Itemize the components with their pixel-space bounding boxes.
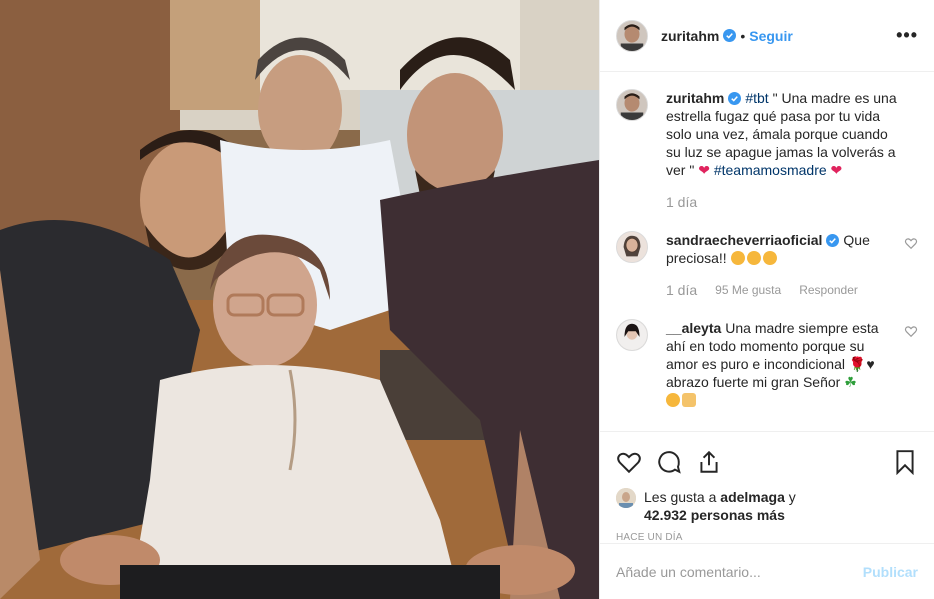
kiss-emoji xyxy=(666,393,680,407)
comments-list[interactable]: zuritahm #tbt " Una madre es una estrella… xyxy=(600,73,934,431)
clover-emoji: ☘ xyxy=(844,374,857,390)
post-comment-button[interactable]: Publicar xyxy=(863,564,918,580)
comment-body: __aleyta Una madre siempre esta ahí en to… xyxy=(666,319,918,409)
comment: __aleyta Una madre siempre esta ahí en to… xyxy=(616,319,918,409)
red-heart-emoji: ❤ xyxy=(830,162,843,178)
caption-body: zuritahm #tbt " Una madre es una estrella… xyxy=(666,89,918,211)
heart-icon[interactable] xyxy=(904,324,918,338)
action-icons xyxy=(616,442,918,482)
comment: sandraecheverriaoficial Que preciosa!! 1 … xyxy=(616,231,918,299)
verified-icon xyxy=(723,29,737,42)
post-header: zuritahm • Seguir ••• xyxy=(600,0,934,72)
author-avatar[interactable] xyxy=(616,19,648,52)
comment-likes[interactable]: 95 Me gusta xyxy=(715,281,781,299)
post-timestamp[interactable]: Hace un día xyxy=(616,532,918,543)
post-actions: Les gusta a adelmaga y 42.932 personas m… xyxy=(600,431,934,543)
hashtag-link[interactable]: #tbt xyxy=(745,90,768,106)
author-username[interactable]: zuritahm xyxy=(661,28,719,44)
verified-icon xyxy=(826,234,840,247)
commenter-avatar[interactable] xyxy=(616,231,648,263)
heart-icon[interactable] xyxy=(616,449,642,475)
more-options-icon[interactable]: ••• xyxy=(896,25,918,46)
follow-button[interactable]: Seguir xyxy=(749,28,793,44)
caption-avatar[interactable] xyxy=(616,89,648,121)
caption-meta: 1 día xyxy=(666,193,898,211)
post-side-panel: zuritahm • Seguir ••• zuritahm #tbt " Una… xyxy=(599,0,934,599)
heart-eyes-emoji xyxy=(746,251,761,265)
caption-username[interactable]: zuritahm xyxy=(666,90,724,106)
comment-composer: Publicar xyxy=(600,543,934,599)
folded-hands-emoji xyxy=(682,393,696,407)
family-photo-illustration xyxy=(0,0,599,599)
separator-dot: • xyxy=(740,27,746,44)
likes-count[interactable]: 42.932 personas más xyxy=(644,507,785,523)
commenter-avatar[interactable] xyxy=(616,319,648,351)
comment-icon[interactable] xyxy=(656,449,682,475)
liker-avatar[interactable] xyxy=(616,488,636,508)
likes-conj: y xyxy=(788,489,796,505)
likes-summary: Les gusta a adelmaga y 42.932 personas m… xyxy=(616,488,918,524)
heart-eyes-emoji xyxy=(762,251,777,265)
heart-eyes-emoji xyxy=(730,251,745,265)
hashtag-link[interactable]: #teamamosmadre xyxy=(714,162,827,178)
comment-time[interactable]: 1 día xyxy=(666,281,697,299)
black-heart-emoji: ♥ xyxy=(866,356,875,372)
liker-username[interactable]: adelmaga xyxy=(720,489,785,505)
bookmark-icon[interactable] xyxy=(892,449,918,475)
caption-time[interactable]: 1 día xyxy=(666,193,697,211)
comment-body: sandraecheverriaoficial Que preciosa!! 1 … xyxy=(666,231,918,299)
reply-button[interactable]: Responder xyxy=(799,281,858,299)
post-photo[interactable] xyxy=(0,0,599,599)
comment-meta: 1 día 95 Me gusta Responder xyxy=(666,281,898,299)
commenter-username[interactable]: sandraecheverriaoficial xyxy=(666,232,822,248)
heart-icon[interactable] xyxy=(904,236,918,250)
red-heart-emoji: ❤ xyxy=(698,162,710,178)
share-icon[interactable] xyxy=(696,449,722,475)
commenter-username[interactable]: __aleyta xyxy=(666,320,721,336)
rose-emoji: 🌹 xyxy=(848,356,867,372)
caption: zuritahm #tbt " Una madre es una estrella… xyxy=(616,89,918,211)
likes-prefix: Les gusta a xyxy=(644,489,717,505)
comment-input[interactable] xyxy=(616,563,863,580)
comment-text-continued: abrazo fuerte mi gran Señor xyxy=(666,374,841,390)
verified-icon xyxy=(728,92,742,105)
